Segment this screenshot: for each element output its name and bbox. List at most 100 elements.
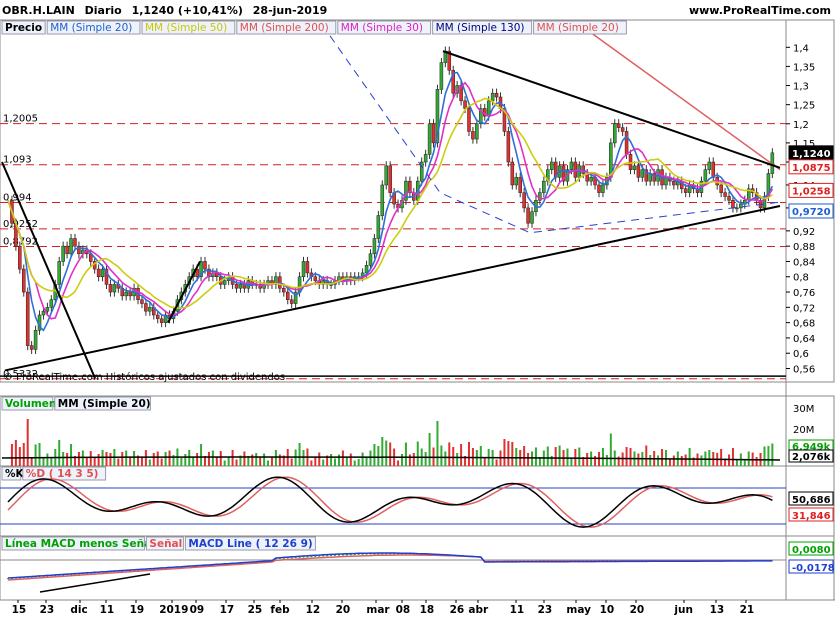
candle <box>25 291 30 346</box>
stoch-legend-label: %D ( 14 3 5) <box>26 468 99 480</box>
volume-bar <box>255 453 258 466</box>
macd-signal-line <box>7 554 773 581</box>
volume-bar <box>129 457 132 466</box>
legend-label: MM (Simple 50) <box>145 22 227 34</box>
volume-bar <box>200 444 203 466</box>
volume-bar <box>365 457 368 466</box>
volume-bar <box>554 447 557 466</box>
volume-bar <box>227 456 230 466</box>
macd-hist-bar <box>609 560 612 561</box>
candle <box>494 92 499 98</box>
volume-bar <box>731 448 734 466</box>
macd-hist-bar <box>578 560 581 561</box>
volume-bar <box>629 448 632 466</box>
volume-bar <box>601 448 604 466</box>
macd-hist-bar <box>479 560 482 561</box>
candle <box>372 238 377 255</box>
volume-bar <box>30 458 33 466</box>
volume-bar <box>586 453 589 466</box>
volume-bar <box>767 446 770 466</box>
volume-bar <box>81 450 84 466</box>
macd-hist-bar <box>515 560 518 561</box>
volume-bar <box>771 443 774 466</box>
candle <box>57 261 61 285</box>
volume-bar <box>566 448 569 466</box>
volume-bar <box>97 454 100 466</box>
volume-bar <box>294 449 297 466</box>
price-tick-label: 1,25 <box>793 101 815 112</box>
volume-bar <box>361 452 364 466</box>
candle <box>613 123 617 144</box>
volume-bar <box>148 459 151 466</box>
volume-bar <box>479 446 482 466</box>
volume-bar <box>377 446 380 466</box>
macd-hist-bar <box>507 560 510 561</box>
volume-bar <box>495 459 498 466</box>
volume-bar <box>412 453 415 466</box>
volume-bar <box>38 443 41 466</box>
candle <box>33 330 38 350</box>
legend-label: MM (Simple 130) <box>436 22 525 34</box>
volume-bar <box>196 453 199 466</box>
volume-bar <box>649 455 652 466</box>
x-tick-label: 19 <box>130 604 145 616</box>
candle <box>234 284 239 289</box>
volume-bar <box>416 441 419 466</box>
candle <box>632 165 637 170</box>
candle <box>100 268 105 277</box>
candle <box>569 161 574 170</box>
volume-bar <box>680 456 683 466</box>
volume-bar <box>353 460 356 466</box>
volume-bar <box>290 458 293 466</box>
macd-hist-bar <box>542 560 545 561</box>
candle <box>719 184 723 193</box>
resistance-label: 1,093 <box>3 155 32 166</box>
volume-bar <box>259 457 262 466</box>
volume-bar <box>523 446 526 466</box>
candle <box>376 215 381 239</box>
volume-bar <box>207 452 210 466</box>
macd-hist-bar <box>523 560 526 561</box>
volume-bar <box>50 458 53 466</box>
volume-bar <box>720 449 723 466</box>
price-tick-label: 0,84 <box>793 257 815 268</box>
volume-bar <box>503 439 506 466</box>
candle <box>616 123 621 128</box>
volume-bar <box>645 445 648 466</box>
volume-tick-label: 20M <box>793 425 814 436</box>
candle <box>73 238 77 247</box>
volume-bar <box>270 456 273 466</box>
volume-bar <box>657 455 660 466</box>
candle <box>388 165 392 193</box>
price-tick-label: 0,68 <box>793 319 815 330</box>
macd-marker-label: 0,0080 <box>792 545 831 556</box>
volume-bar <box>184 454 187 466</box>
copyright-text: © ProRealTime.com Históricos ajustados c… <box>3 371 285 383</box>
volume-bar <box>322 459 325 466</box>
volume-bar <box>684 454 687 466</box>
candle <box>108 284 113 293</box>
volume-bar <box>440 445 443 466</box>
x-tick-label: 23 <box>40 604 55 616</box>
volume-bar <box>211 450 214 466</box>
volume-bar <box>10 444 13 466</box>
volume-bar <box>444 451 447 466</box>
candle <box>384 165 388 186</box>
macd-hist-bar <box>598 560 600 561</box>
volume-bar <box>424 452 427 466</box>
volume-bar <box>436 421 439 466</box>
volume-bar <box>231 450 234 466</box>
candle <box>96 268 101 277</box>
volume-bar <box>274 450 277 466</box>
macd-hist-bar <box>491 560 494 561</box>
price-marker-label: 1,0258 <box>792 186 831 197</box>
volume-bar <box>105 452 108 466</box>
price-tick-label: 1,2 <box>793 120 809 131</box>
volume-bar <box>625 447 628 466</box>
x-tick-label: 11 <box>510 604 525 616</box>
candle <box>439 62 444 90</box>
candle <box>475 123 479 140</box>
volume-bar <box>267 460 270 466</box>
candle <box>526 207 530 224</box>
candle <box>124 291 128 297</box>
